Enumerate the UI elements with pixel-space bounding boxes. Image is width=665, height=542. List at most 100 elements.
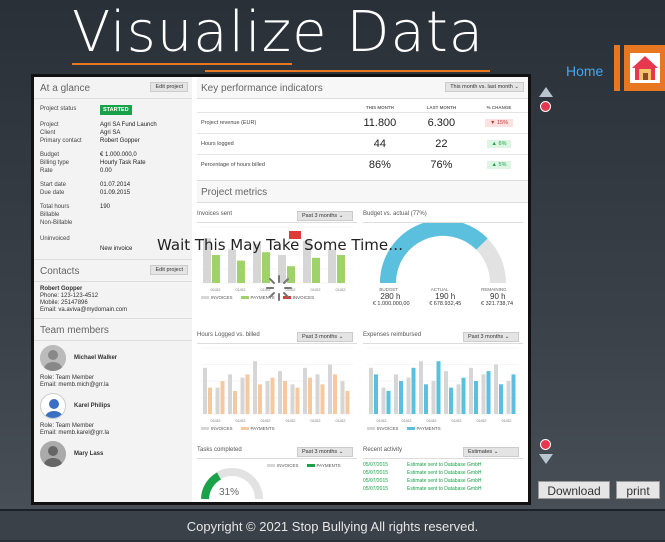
member-email: Email: memb.karel@grr.la	[40, 430, 110, 436]
bar-invoices	[228, 249, 236, 283]
home-button[interactable]	[624, 45, 665, 91]
kpi-change-value: 6%	[498, 141, 507, 147]
activity-date: 05/07/2015	[363, 462, 389, 468]
kpi-this: 11.800	[347, 112, 413, 134]
edit-contacts-button[interactable]: Edit project	[150, 265, 188, 275]
expenses-chart: 01/02 01/02 01/02 01/02 01/02 01/02	[367, 347, 519, 423]
bar-invoices	[265, 381, 270, 414]
arrow-up-icon: ▲	[491, 141, 497, 147]
expenses-period-dropdown[interactable]: Past 3 months ⌄	[463, 332, 519, 342]
legend-item: INVOICES	[367, 426, 399, 431]
contacts-title: Contacts	[40, 266, 80, 277]
info-value: 01.07.2014	[100, 182, 131, 188]
x-tick-label: 01/02	[335, 287, 346, 292]
bar-payments	[449, 387, 453, 414]
kpi-header: Key performance indicators This month vs…	[197, 77, 528, 99]
budget-gauge	[379, 219, 506, 284]
member-name: Karel Philips	[74, 403, 111, 409]
team-member: Mary Lass	[34, 437, 192, 471]
bar-payments	[220, 381, 225, 414]
list-item[interactable]: 05/07/2015 Estimate sent to Database GmbH	[363, 461, 523, 469]
info-value: Agri SA	[100, 130, 121, 136]
hours-period-dropdown[interactable]: Past 3 months ⌄	[297, 332, 353, 342]
kpi-row: Hours logged 44 22 ▲ 6%	[197, 133, 528, 155]
x-tick-label: 01/02	[210, 287, 221, 292]
bar-invoices	[203, 367, 207, 414]
metrics-header: Project metrics	[197, 179, 528, 203]
list-item[interactable]: 05/07/2015 Estimate sent to Database GmbH	[363, 477, 523, 485]
project-info: Project Agri SA Fund Launch Client Agri SA…	[34, 121, 192, 145]
kpi-last: 76%	[412, 154, 470, 176]
member-details: Role: Team Member Email: memb.karel@grr.…	[34, 423, 192, 437]
expenses-panel-header: Expenses reimbursed Past 3 months ⌄	[363, 332, 523, 344]
period-value: Past 3 months	[302, 213, 338, 219]
scroll-down-icon[interactable]	[539, 454, 553, 464]
bar-payments	[208, 387, 212, 414]
bar-invoices	[469, 367, 473, 414]
member-email: Email: memb.mich@grr.la	[40, 382, 109, 388]
list-item[interactable]: 05/07/2015 Estimate sent to Database GmbH	[363, 485, 523, 493]
new-invoice-link[interactable]: New invoice	[100, 245, 132, 253]
info-key: Primary contact	[40, 138, 82, 144]
loading-message: Wait This May Take Some Time…	[157, 236, 404, 254]
x-tick-label: 01/02	[476, 418, 487, 423]
invoices-period-dropdown[interactable]: Past 3 months ⌄	[297, 211, 353, 221]
home-divider	[614, 45, 620, 91]
member-details: Role: Team Member Email: memb.mich@grr.l…	[34, 375, 192, 389]
edit-project-button[interactable]: Edit project	[150, 82, 188, 92]
home-link[interactable]: Home	[566, 63, 603, 79]
bar-payments	[345, 390, 350, 414]
kpi-label: Hours logged	[197, 133, 347, 155]
x-tick-label: 01/02	[310, 418, 321, 423]
hours-panel: Hours Logged vs. billed Past 3 months ⌄ …	[197, 332, 357, 437]
bar-invoices	[456, 384, 461, 414]
info-key: Project	[40, 122, 59, 128]
footer: Copyright © 2021 Stop Bullying All right…	[0, 509, 665, 540]
bar-payments	[499, 384, 503, 414]
bar-payments	[337, 255, 345, 283]
bar-invoices	[419, 361, 423, 414]
activity-filter-dropdown[interactable]: Estimates ⌄	[463, 447, 519, 457]
loading-spinner-icon	[266, 275, 292, 301]
x-tick-label: 01/02	[235, 418, 246, 423]
bar-payments	[258, 384, 262, 414]
kpi-col-header: % CHANGE	[486, 105, 512, 110]
kpi-label: Project revenue (EUR)	[197, 112, 347, 134]
bar-invoices	[228, 374, 232, 414]
info-row: Client Agri SA	[34, 129, 192, 137]
bar-payments	[486, 371, 491, 414]
bar-payments	[270, 377, 275, 414]
kpi-period-dropdown[interactable]: This month vs. last month ⌄	[445, 82, 524, 92]
x-tick-label: 01/02	[210, 418, 221, 423]
slide-dot-top[interactable]	[540, 101, 551, 112]
kpi-change-badge: ▼ 15%	[485, 119, 513, 127]
info-value: 190	[100, 204, 111, 210]
team-header: Team members	[34, 318, 192, 341]
bar-invoices	[406, 377, 411, 414]
activity-panel: Recent activity Estimates ⌄ 05/07/2015 Es…	[363, 447, 523, 502]
page-title: Visualize Data	[72, 0, 485, 65]
tasks-period-dropdown[interactable]: Past 3 months ⌄	[297, 447, 353, 457]
hours-info: Total hours 190 Billable Non-Billable	[34, 203, 192, 227]
kpi-title: Key performance indicators	[201, 83, 323, 94]
slide-dot-bottom[interactable]	[540, 439, 551, 450]
info-key: Budget	[40, 152, 60, 158]
uninvoiced-label: Uninvoiced	[40, 236, 70, 242]
glance-title: At a glance	[40, 83, 91, 94]
print-button[interactable]: print	[616, 481, 660, 499]
info-key: Due date	[40, 190, 65, 196]
kpi-this: 86%	[347, 154, 413, 176]
bar-payments	[411, 367, 416, 414]
scroll-up-icon[interactable]	[539, 87, 553, 97]
info-row: Non-Billable	[34, 219, 192, 227]
avatar	[40, 345, 66, 371]
kpi-row: Project revenue (EUR) 11.800 6.300 ▼ 15%	[197, 112, 528, 134]
download-button[interactable]: Download	[538, 481, 610, 499]
tasks-title: Tasks completed	[197, 447, 242, 453]
list-item[interactable]: 05/07/2015 Estimate sent to Database GmbH	[363, 469, 523, 477]
budget-panel-header: Budget vs. actual (77%)	[363, 211, 523, 223]
budget-hours-value: 190 h	[435, 292, 456, 301]
bar-invoices	[253, 361, 257, 414]
bar-payments	[424, 384, 428, 414]
bar-invoices	[431, 381, 436, 414]
